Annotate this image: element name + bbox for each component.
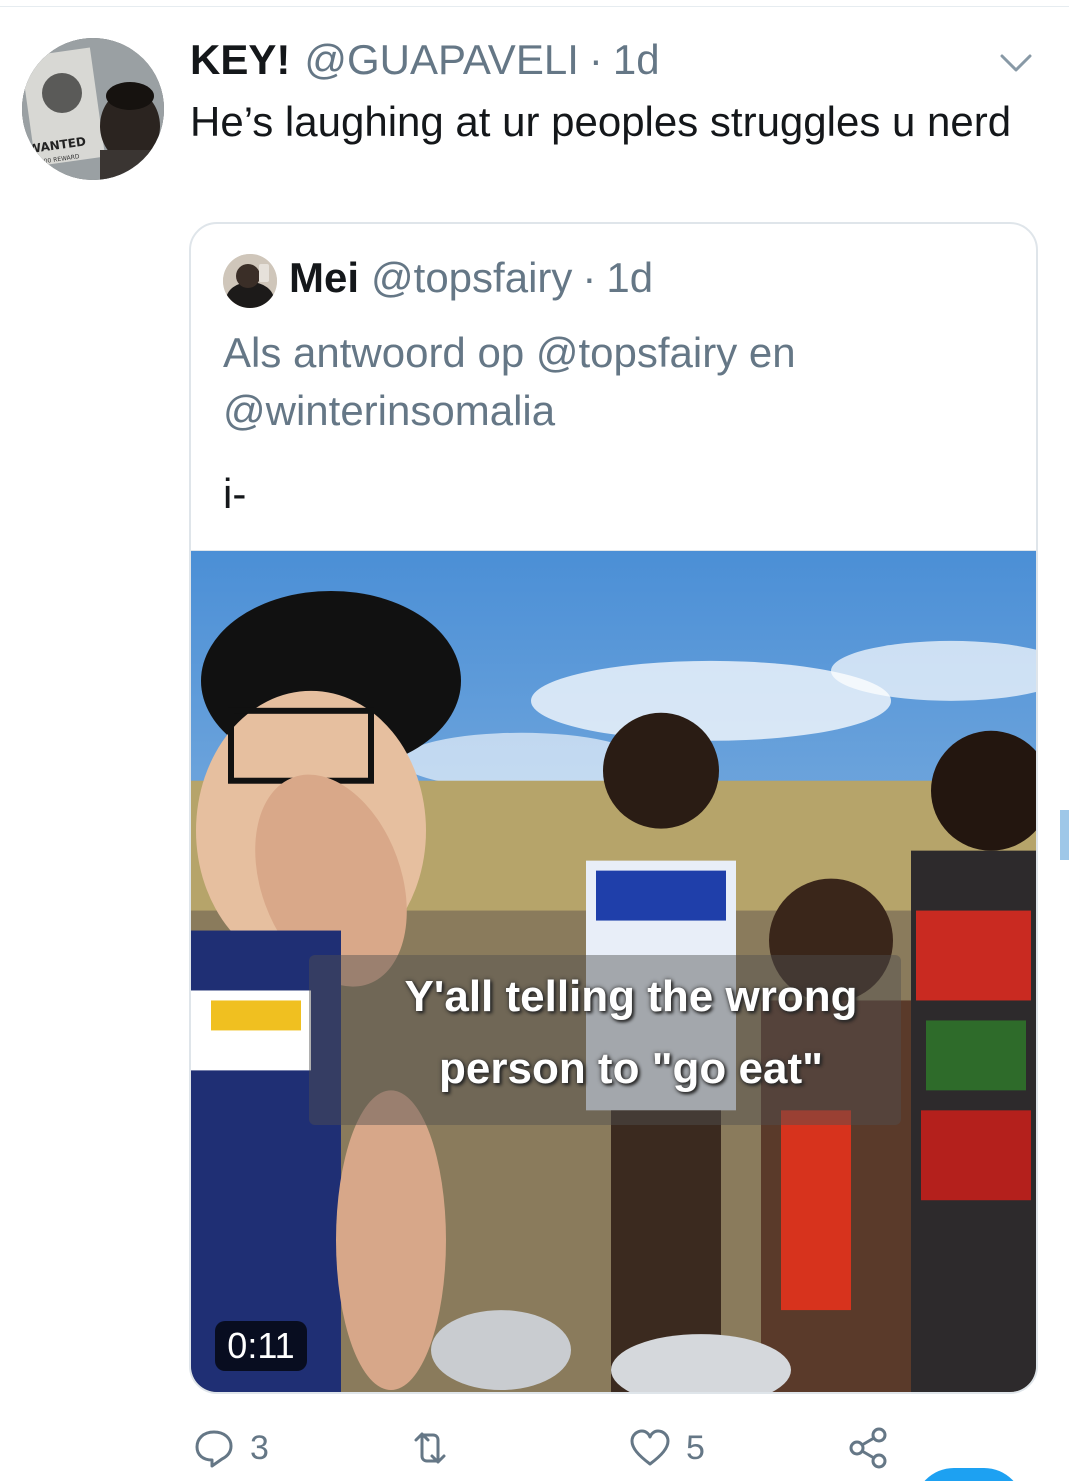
chevron-down-icon[interactable] xyxy=(998,48,1034,76)
video-player[interactable]: Y'all telling the wrong person to "go ea… xyxy=(191,550,1036,1392)
caption-line-1: Y'all telling the wrong xyxy=(404,972,858,1021)
reply-count: 3 xyxy=(250,1428,269,1467)
author-display-name[interactable]: KEY! xyxy=(190,36,290,84)
reply-context[interactable]: Als antwoord op @topsfairy en @winterins… xyxy=(223,324,1003,440)
retweet-button[interactable] xyxy=(408,1420,466,1476)
share-button[interactable] xyxy=(846,1420,890,1476)
quoted-body: i- xyxy=(223,470,247,517)
quoted-header-separator: · xyxy=(582,254,597,301)
like-button[interactable]: 5 xyxy=(628,1420,705,1476)
header-separator: · xyxy=(588,36,603,83)
video-duration-badge: 0:11 xyxy=(215,1321,307,1371)
profile-photo-icon: WANTED $1,000 REWARD xyxy=(22,38,164,180)
tweet-header: KEY! @GUAPAVELI · 1d xyxy=(190,36,660,86)
like-icon xyxy=(630,1429,670,1466)
quoted-tweet[interactable]: Mei @topsfairy · 1d Als antwoord op @top… xyxy=(189,222,1038,1394)
quoted-handle[interactable]: @topsfairy xyxy=(371,254,572,302)
quoted-profile-photo-icon xyxy=(223,254,277,308)
video-caption: Y'all telling the wrong person to "go ea… xyxy=(321,961,941,1105)
like-count: 5 xyxy=(686,1428,705,1467)
tweet-detail: WANTED $1,000 REWARD KEY! @GUAPAVELI · 1… xyxy=(0,0,1069,1481)
retweet-icon xyxy=(414,1432,446,1464)
reply-button[interactable]: 3 xyxy=(192,1420,269,1476)
top-divider xyxy=(0,6,1069,7)
tweet-body: He’s laughing at ur peoples struggles u … xyxy=(190,98,1012,145)
reply-icon xyxy=(195,1430,233,1468)
share-icon xyxy=(849,1427,887,1469)
author-handle[interactable]: @GUAPAVELI xyxy=(304,36,579,84)
author-avatar[interactable]: WANTED $1,000 REWARD xyxy=(22,38,164,180)
scrollbar-thumb[interactable] xyxy=(1060,810,1069,860)
action-bar: 3 5 xyxy=(0,1420,1069,1476)
tweet-timestamp[interactable]: 1d xyxy=(613,36,660,84)
quoted-header: Mei @topsfairy · 1d xyxy=(289,254,653,302)
caption-line-2: person to "go eat" xyxy=(439,1044,823,1093)
quoted-author-avatar[interactable] xyxy=(223,254,277,308)
quoted-timestamp[interactable]: 1d xyxy=(606,254,653,302)
quoted-display-name[interactable]: Mei xyxy=(289,254,359,302)
